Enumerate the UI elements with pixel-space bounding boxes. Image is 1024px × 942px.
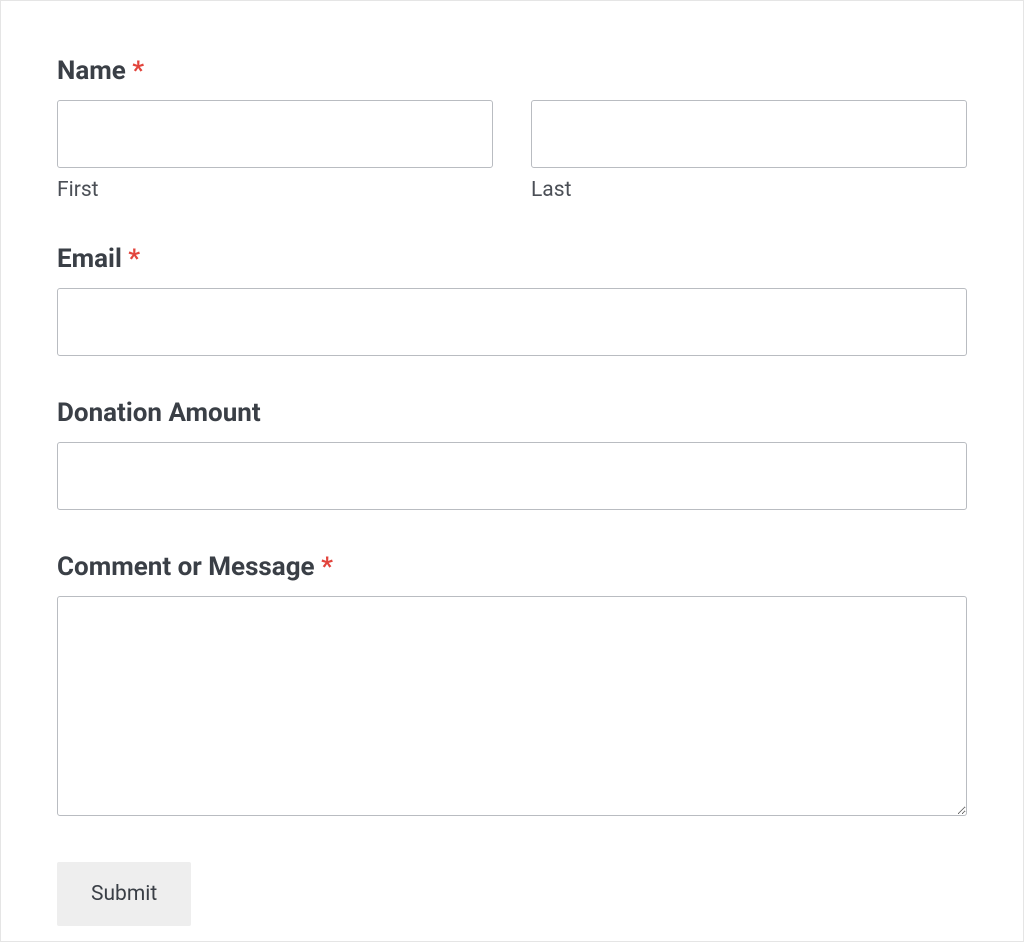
- donation-amount-input[interactable]: [57, 442, 967, 510]
- submit-button[interactable]: Submit: [57, 862, 191, 926]
- name-label-text: Name: [57, 56, 126, 86]
- name-label: Name *: [57, 56, 967, 86]
- last-name-col: Last: [531, 100, 967, 202]
- comment-textarea[interactable]: [57, 596, 967, 816]
- email-field-group: Email *: [57, 244, 967, 356]
- required-asterisk: *: [128, 244, 140, 274]
- required-asterisk: *: [132, 56, 144, 86]
- email-input[interactable]: [57, 288, 967, 356]
- email-label-text: Email: [57, 244, 122, 274]
- last-name-input[interactable]: [531, 100, 967, 168]
- first-name-sublabel: First: [57, 178, 493, 202]
- comment-field-group: Comment or Message *: [57, 552, 967, 820]
- required-asterisk: *: [321, 552, 333, 582]
- donation-label-text: Donation Amount: [57, 398, 261, 428]
- name-row: First Last: [57, 100, 967, 202]
- first-name-input[interactable]: [57, 100, 493, 168]
- email-label: Email *: [57, 244, 967, 274]
- comment-label-text: Comment or Message: [57, 552, 315, 582]
- first-name-col: First: [57, 100, 493, 202]
- donation-form: Name * First Last Email * Donation Amoun…: [57, 56, 967, 926]
- last-name-sublabel: Last: [531, 178, 967, 202]
- comment-label: Comment or Message *: [57, 552, 967, 582]
- name-field-group: Name * First Last: [57, 56, 967, 202]
- donation-label: Donation Amount: [57, 398, 967, 428]
- donation-field-group: Donation Amount: [57, 398, 967, 510]
